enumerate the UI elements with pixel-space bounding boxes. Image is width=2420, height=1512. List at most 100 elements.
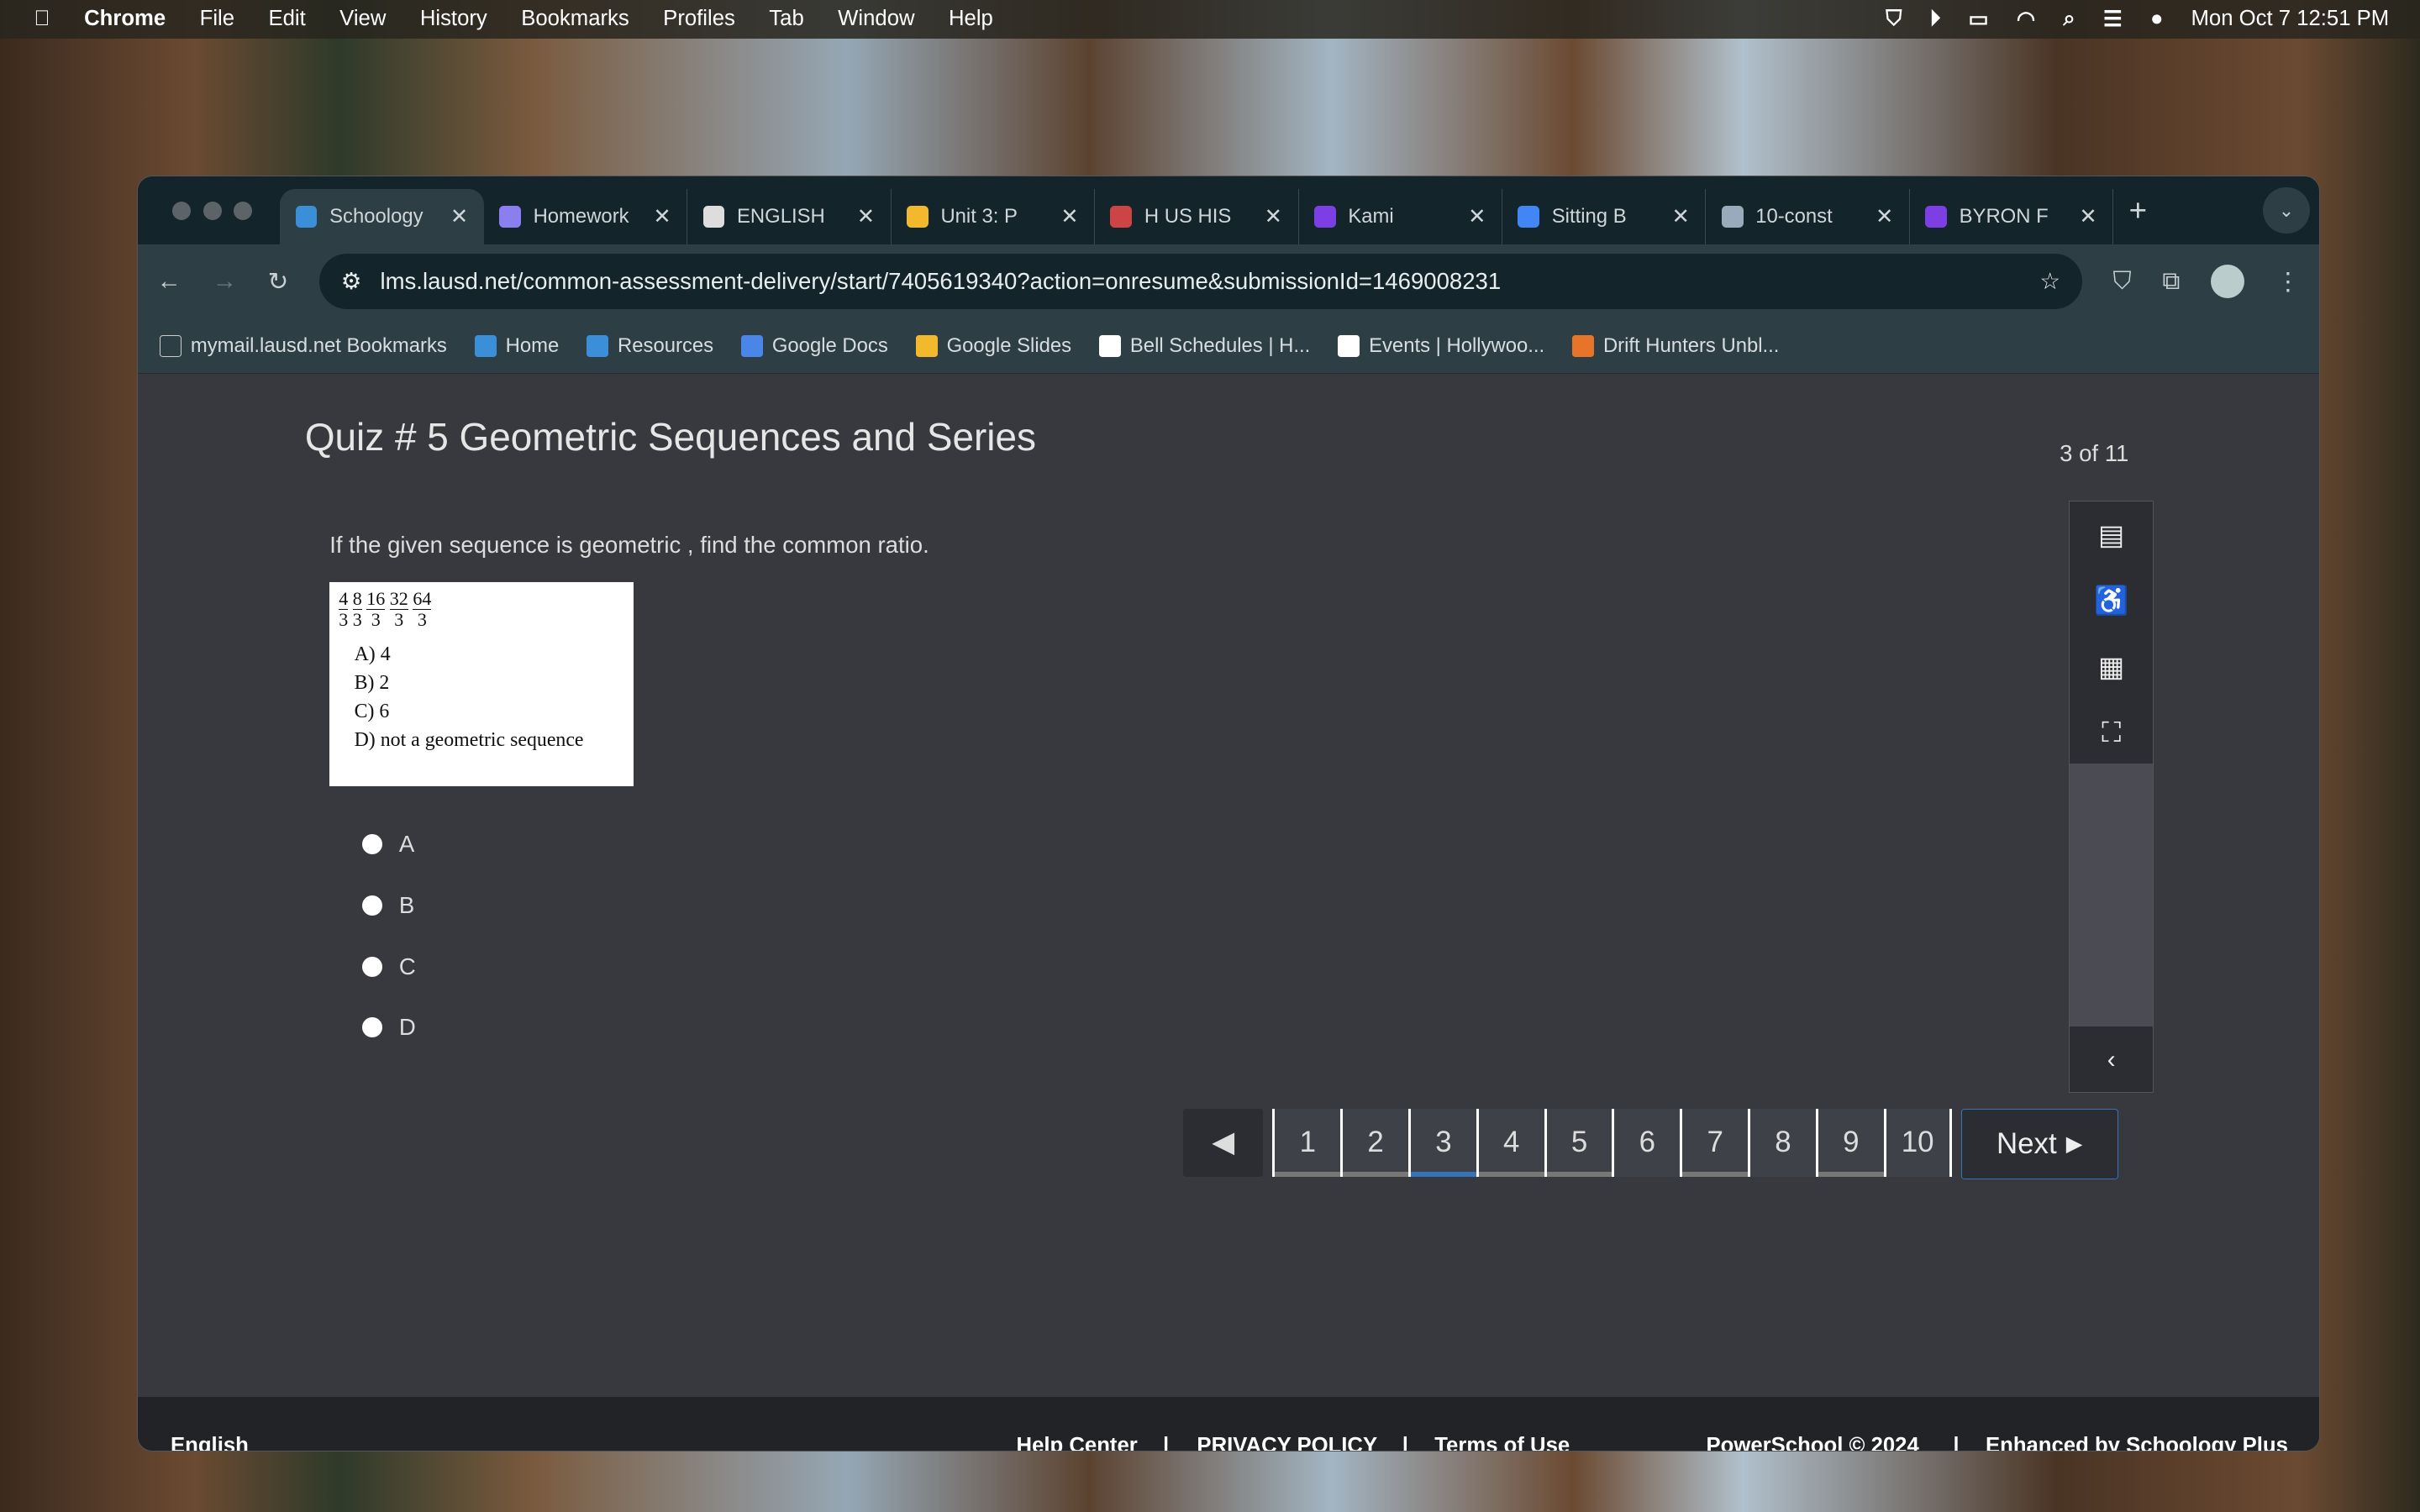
menu-tab[interactable]: Tab <box>769 7 803 31</box>
close-tab-icon[interactable]: ✕ <box>1060 204 1079 229</box>
terms-link[interactable]: Terms of Use <box>1434 1434 1570 1451</box>
tab-1[interactable]: Homework ✕ <box>484 189 688 245</box>
close-tab-icon[interactable]: ✕ <box>450 204 469 229</box>
previous-button[interactable]: ◀ <box>1182 1108 1264 1177</box>
play-icon[interactable]: ⏵ <box>1930 7 1941 32</box>
close-tab-icon[interactable]: ✕ <box>857 204 876 229</box>
accessibility-icon[interactable]: ♿ <box>2070 568 2153 634</box>
avatar[interactable] <box>2211 265 2245 299</box>
clock[interactable]: Mon Oct 7 12:51 PM <box>2191 7 2389 31</box>
page-button-6[interactable]: 6 <box>1612 1108 1681 1177</box>
bookmark-item[interactable]: mymail.lausd.net Bookmarks <box>160 334 447 358</box>
image-option-text: C) 6 <box>354 700 390 722</box>
menu-view[interactable]: View <box>339 7 386 31</box>
menu-edit[interactable]: Edit <box>268 7 305 31</box>
tab-3[interactable]: Unit 3: P ✕ <box>892 189 1096 245</box>
menu-app[interactable]: Chrome <box>84 7 166 31</box>
close-tab-icon[interactable]: ✕ <box>2079 204 2097 229</box>
question-image: 4 3 8 3 16 3 32 3 64 3 A) 4 B) 2 C) 6 D) not a geome… <box>329 582 634 786</box>
radio-button[interactable] <box>361 834 382 855</box>
bookmark-item[interactable]: Google Docs <box>741 334 888 358</box>
calculator-icon[interactable]: ▦ <box>2070 634 2153 701</box>
page-button-1[interactable]: 1 <box>1272 1108 1341 1177</box>
page-button-2[interactable]: 2 <box>1340 1108 1409 1177</box>
menu-profiles[interactable]: Profiles <box>663 7 735 31</box>
bookmark-item[interactable]: Events | Hollywoo... <box>1338 334 1544 358</box>
more-menu-icon[interactable]: ⋮ <box>2275 267 2300 297</box>
radio-button[interactable] <box>361 1017 382 1038</box>
bookmark-item[interactable]: Google Slides <box>915 334 1071 358</box>
close-tab-icon[interactable]: ✕ <box>1876 204 1894 229</box>
next-button[interactable]: Next ▶ <box>1960 1108 2118 1180</box>
page-button-7[interactable]: 7 <box>1680 1108 1749 1177</box>
language-link[interactable]: English <box>171 1434 249 1451</box>
tab-title: Homework <box>533 205 629 228</box>
radio-button[interactable] <box>361 956 382 977</box>
page-button-8[interactable]: 8 <box>1748 1108 1816 1177</box>
back-icon[interactable]: ← <box>156 267 181 296</box>
close-tab-icon[interactable]: ✕ <box>1265 204 1283 229</box>
minimize-button[interactable] <box>203 201 222 220</box>
wifi-icon[interactable]: ◠ <box>2017 7 2035 32</box>
answer-option-b[interactable]: B <box>361 892 414 919</box>
tab-2[interactable]: ENGLISH ✕ <box>687 189 892 245</box>
help-center-link[interactable]: Help Center <box>1017 1434 1138 1451</box>
menu-history[interactable]: History <box>420 7 487 31</box>
tab-4[interactable]: H US HIS ✕ <box>1095 189 1299 245</box>
bookmark-star-icon[interactable]: ☆ <box>2039 268 2060 295</box>
close-tab-icon[interactable]: ✕ <box>1672 204 1691 229</box>
close-tab-icon[interactable]: ✕ <box>653 204 671 229</box>
menu-window[interactable]: Window <box>838 7 914 31</box>
forward-icon[interactable]: → <box>213 267 237 296</box>
shield-icon[interactable]: ⛉ <box>1886 7 1902 32</box>
numerator: 8 <box>352 587 362 610</box>
tab-6[interactable]: Sitting B ✕ <box>1502 189 1707 245</box>
page-number: 9 <box>1843 1126 1860 1159</box>
fullscreen-icon[interactable]: ⛶ <box>2070 701 2153 767</box>
extensions-icon[interactable]: ⧉ <box>2162 267 2180 296</box>
page-number: 4 <box>1503 1126 1520 1159</box>
close-tab-icon[interactable]: ✕ <box>1468 204 1486 229</box>
tab-search-button[interactable]: ⌄ <box>2263 187 2310 234</box>
extension-shield-icon[interactable]: ⛉ <box>2113 267 2132 296</box>
menu-help[interactable]: Help <box>949 7 993 31</box>
control-center-icon[interactable]: ☰ <box>2103 7 2123 32</box>
tab-8[interactable]: BYRON F ✕ <box>1910 189 2114 245</box>
url-text[interactable]: lms.lausd.net/common-assessment-delivery… <box>380 268 2021 295</box>
menu-bookmarks[interactable]: Bookmarks <box>521 7 629 31</box>
tab-0[interactable]: Schoology ✕ <box>280 189 484 245</box>
tab-title: H US HIS <box>1144 205 1232 228</box>
answer-option-a[interactable]: A <box>361 831 414 858</box>
bookmark-item[interactable]: Resources <box>587 334 713 358</box>
siri-icon[interactable]: ● <box>2150 7 2164 31</box>
denominator: 3 <box>339 608 349 630</box>
footer-separator: | <box>1163 1434 1170 1452</box>
question-list-icon[interactable]: ▤ <box>2070 501 2153 568</box>
image-option-text: B) 2 <box>354 671 390 694</box>
page-button-5[interactable]: 5 <box>1544 1108 1612 1177</box>
site-info-icon[interactable]: ⚙ <box>341 268 362 295</box>
battery-icon[interactable]: ▭ <box>1969 7 1989 32</box>
maximize-button[interactable] <box>234 201 253 220</box>
tab-5[interactable]: Kami ✕ <box>1299 189 1502 245</box>
bookmark-item[interactable]: Home <box>474 334 559 358</box>
new-tab-button[interactable]: + <box>2129 193 2147 228</box>
search-icon[interactable]: ⌕ <box>2063 7 2075 32</box>
apple-icon[interactable]:  <box>34 7 50 31</box>
tab-7[interactable]: 10-const ✕ <box>1706 189 1910 245</box>
radio-button[interactable] <box>361 895 382 916</box>
bookmark-item[interactable]: Bell Schedules | H... <box>1099 334 1310 358</box>
page-button-9[interactable]: 9 <box>1815 1108 1884 1177</box>
page-button-3[interactable]: 3 <box>1408 1108 1476 1177</box>
privacy-policy-link[interactable]: PRIVACY POLICY <box>1197 1434 1377 1451</box>
close-window-button[interactable] <box>171 201 191 220</box>
page-button-4[interactable]: 4 <box>1476 1108 1544 1177</box>
address-bar[interactable]: ⚙ lms.lausd.net/common-assessment-delive… <box>319 254 2082 310</box>
menu-file[interactable]: File <box>200 7 234 31</box>
answer-option-d[interactable]: D <box>361 1014 416 1041</box>
collapse-chevron-icon[interactable]: ‹ <box>2070 1027 2153 1092</box>
answer-option-c[interactable]: C <box>361 953 416 980</box>
page-button-10[interactable]: 10 <box>1883 1108 1952 1177</box>
bookmark-item[interactable]: Drift Hunters Unbl... <box>1572 334 1779 358</box>
reload-icon[interactable]: ↻ <box>268 267 289 297</box>
